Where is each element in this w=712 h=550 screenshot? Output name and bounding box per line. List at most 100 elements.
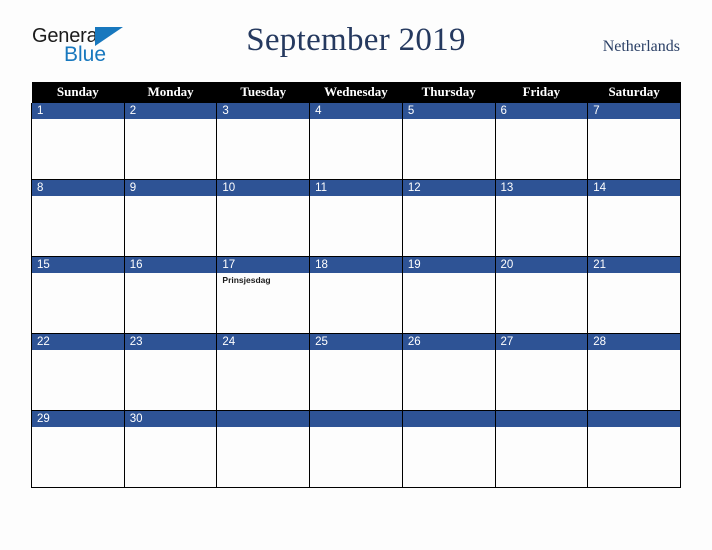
day-number: 3 [217, 103, 310, 119]
day-number: 12 [402, 180, 495, 196]
calendar-week-row: 22 23 24 25 26 27 28 [31, 333, 681, 411]
calendar-day-cell[interactable]: 6 [494, 103, 589, 180]
day-events [310, 273, 402, 275]
day-events [125, 273, 217, 275]
day-events [403, 350, 495, 352]
day-events [588, 119, 680, 121]
calendar-week-row: 1234567 [31, 103, 681, 180]
calendar-day-cell[interactable]: 24 [216, 333, 311, 411]
calendar-day-cell[interactable]: 25 [309, 333, 403, 411]
day-events [496, 196, 588, 198]
calendar-day-cell[interactable]: 2 [123, 103, 218, 180]
day-number: 26 [402, 334, 495, 350]
day-events [217, 119, 309, 121]
day-number: 15 [32, 257, 124, 273]
day-number: 13 [495, 180, 588, 196]
day-events [217, 196, 309, 198]
day-number: 21 [588, 257, 680, 273]
calendar-day-cell[interactable]: 7 [587, 103, 681, 180]
calendar-day-cell[interactable]: 8 [31, 179, 125, 257]
calendar-day-cell[interactable]: 30 [123, 410, 218, 488]
calendar-grid: Sunday Monday Tuesday Wednesday Thursday… [31, 82, 681, 488]
calendar-day-cell[interactable]: 13 [494, 179, 589, 257]
calendar-day-cell[interactable]: 28 [587, 333, 681, 411]
calendar-day-cell[interactable]: 9 [123, 179, 218, 257]
calendar-day-cell[interactable]: 21 [587, 256, 681, 334]
day-number: 17 [217, 257, 310, 273]
calendar-day-cell[interactable]: 29 [31, 410, 125, 488]
day-events [588, 196, 680, 198]
day-events [403, 427, 495, 429]
calendar-day-cell[interactable]: 27 [494, 333, 589, 411]
day-events [588, 273, 680, 275]
calendar-week-row: 15 16 17 Prinsjesdag 18 19 20 21 [31, 256, 681, 334]
calendar-empty-cell [401, 410, 496, 488]
calendar-day-cell[interactable]: 14 [587, 179, 681, 257]
weekday-header-monday: Monday [124, 82, 217, 103]
calendar-week-row: 29 30 [31, 410, 681, 488]
day-events [32, 427, 124, 429]
day-events [217, 427, 309, 429]
calendar-day-cell[interactable]: 19 [401, 256, 496, 334]
calendar-day-cell[interactable]: 26 [401, 333, 496, 411]
day-events [125, 350, 217, 352]
day-events [496, 273, 588, 275]
country-label: Netherlands [602, 38, 680, 55]
day-events [588, 427, 680, 429]
day-number: 2 [124, 103, 217, 119]
calendar-day-cell[interactable]: 23 [123, 333, 218, 411]
day-number: 7 [588, 103, 680, 119]
day-events [125, 196, 217, 198]
day-events [403, 273, 495, 275]
day-number [217, 411, 310, 427]
day-number: 23 [124, 334, 217, 350]
weekday-header-wednesday: Wednesday [309, 82, 403, 103]
day-number: 29 [32, 411, 124, 427]
calendar-day-cell[interactable]: 3 [216, 103, 311, 180]
weekday-header-row: Sunday Monday Tuesday Wednesday Thursday… [31, 82, 681, 103]
day-number: 30 [124, 411, 217, 427]
calendar-empty-cell [587, 410, 681, 488]
page-header: General Blue September 2019 Netherlands [0, 22, 712, 74]
calendar-day-cell[interactable]: 15 [31, 256, 125, 334]
calendar-day-cell[interactable]: 22 [31, 333, 125, 411]
day-number: 19 [402, 257, 495, 273]
weekday-header-friday: Friday [495, 82, 588, 103]
calendar-day-cell[interactable]: 12 [401, 179, 496, 257]
calendar-day-cell[interactable]: 16 [123, 256, 218, 334]
day-events: Prinsjesdag [217, 273, 309, 286]
day-events [125, 119, 217, 121]
calendar-day-cell[interactable]: 11 [309, 179, 403, 257]
calendar-day-cell[interactable]: 10 [216, 179, 311, 257]
calendar-empty-cell [309, 410, 403, 488]
day-events [588, 350, 680, 352]
calendar-week-row: 8 9 10 11 12 13 14 [31, 179, 681, 257]
day-events [310, 427, 402, 429]
holiday-label: Prinsjesdag [222, 275, 271, 285]
day-number [495, 411, 588, 427]
weekday-header-thursday: Thursday [402, 82, 496, 103]
day-number: 6 [495, 103, 588, 119]
calendar-day-cell[interactable]: 20 [494, 256, 589, 334]
day-events [125, 427, 217, 429]
day-number: 5 [402, 103, 495, 119]
day-events [32, 196, 124, 198]
weekday-header-sunday: Sunday [31, 82, 125, 103]
day-number: 22 [32, 334, 124, 350]
day-number [588, 411, 680, 427]
calendar-empty-cell [216, 410, 311, 488]
calendar-day-cell[interactable]: 17 Prinsjesdag [216, 256, 311, 334]
day-number: 27 [495, 334, 588, 350]
day-events [403, 119, 495, 121]
calendar-day-cell[interactable]: 5 [401, 103, 496, 180]
day-events [496, 119, 588, 121]
calendar-day-cell[interactable]: 18 [309, 256, 403, 334]
calendar-day-cell[interactable]: 4 [309, 103, 403, 180]
day-events [310, 196, 402, 198]
calendar-day-cell[interactable]: 1 [31, 103, 125, 180]
day-number: 24 [217, 334, 310, 350]
day-number: 25 [310, 334, 402, 350]
day-number: 9 [124, 180, 217, 196]
day-number: 18 [310, 257, 402, 273]
day-events [496, 350, 588, 352]
